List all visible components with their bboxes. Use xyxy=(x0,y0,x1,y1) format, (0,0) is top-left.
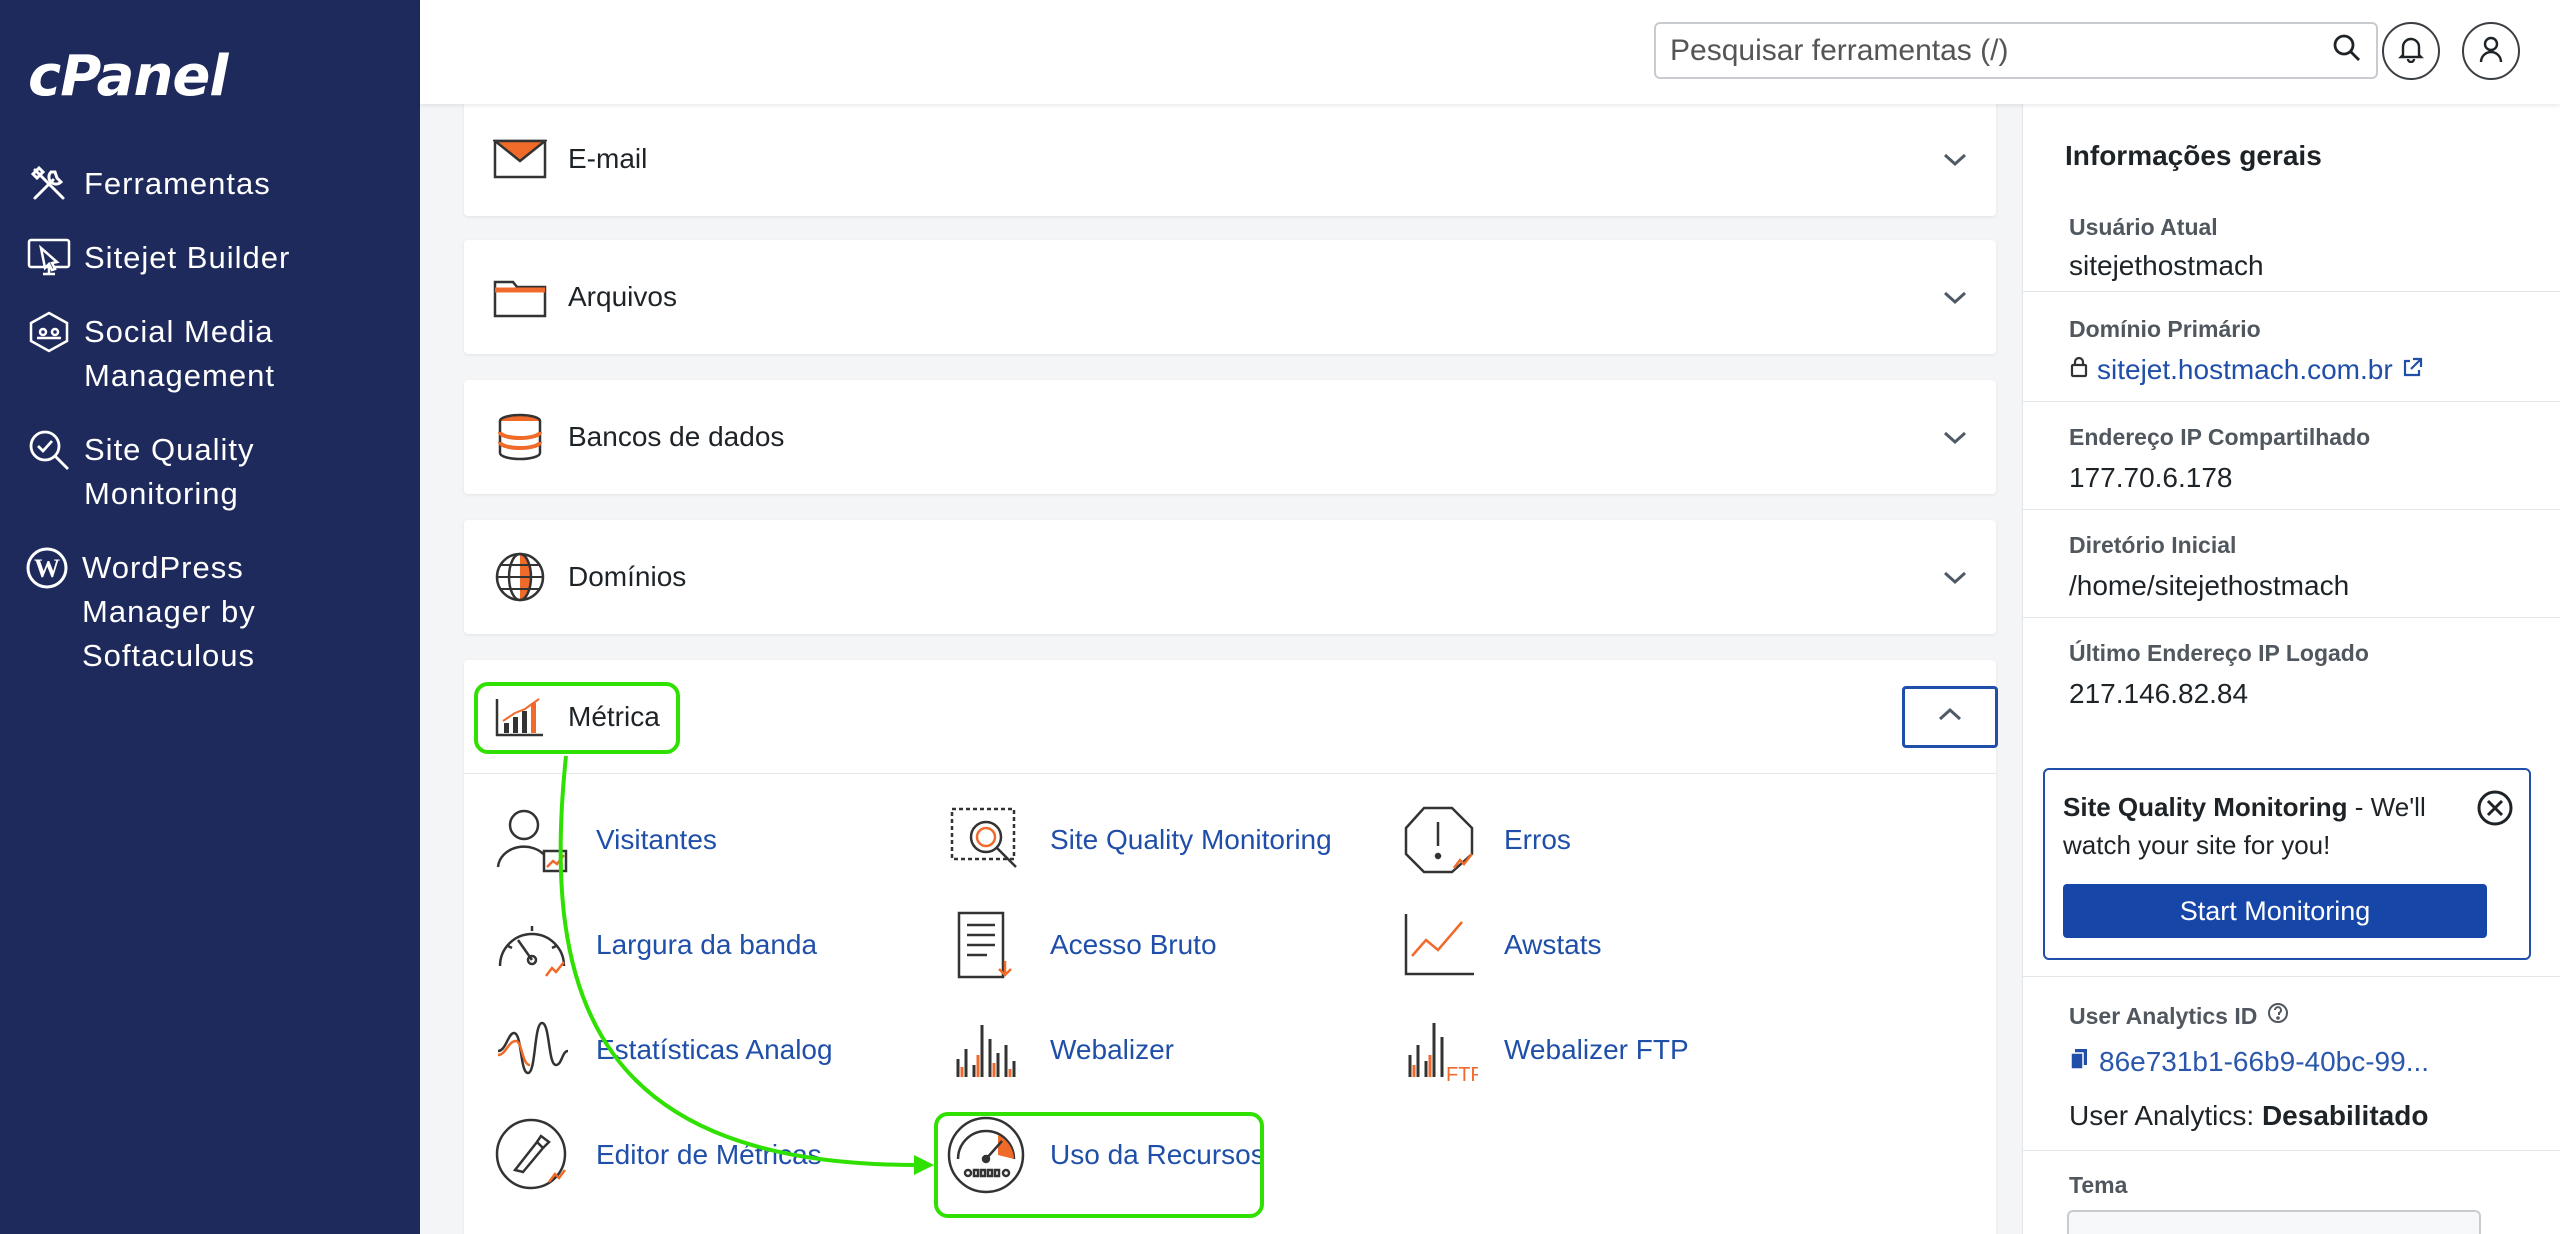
analytics-status-value: Desabilitado xyxy=(2261,1100,2429,1131)
info-value: 217.146.82.84 xyxy=(2069,678,2249,709)
copy-icon[interactable] xyxy=(2069,1046,2089,1078)
divider xyxy=(2023,976,2560,977)
info-primary-domain: Domínio Primário sitejet.hostmach.com.br xyxy=(2023,292,2560,402)
sidebar-item-label: WordPress Manager by Softaculous xyxy=(82,550,256,673)
theme-label: Tema xyxy=(2069,1172,2128,1198)
search-box xyxy=(1654,22,2378,79)
promo-text: Site Quality Monitoring - We'll watch yo… xyxy=(2063,788,2463,864)
info-last-ip: Último Endereço IP Logado 217.146.82.84 xyxy=(2023,618,2560,748)
notifications-button[interactable] xyxy=(2382,22,2440,80)
theme-select[interactable] xyxy=(2067,1210,2481,1234)
wordpress-icon: W xyxy=(24,546,70,590)
sidebar: cPanel Ferramentas Sitejet Builder Socia… xyxy=(0,0,420,1234)
close-icon[interactable] xyxy=(2475,788,2515,828)
sidebar-item-social-media[interactable]: Social Media Management xyxy=(26,310,406,398)
sidebar-item-label: Ferramentas xyxy=(84,166,271,201)
lock-icon xyxy=(2069,354,2089,386)
info-label: User Analytics ID xyxy=(2069,1002,2258,1029)
user-menu-button[interactable] xyxy=(2462,22,2520,80)
info-current-user: Usuário Atual sitejethostmach xyxy=(2023,186,2560,292)
bell-icon xyxy=(2398,35,2424,68)
analytics-status-label: User Analytics: xyxy=(2069,1100,2255,1131)
magnifier-check-icon xyxy=(26,428,72,472)
promo-title: Site Quality Monitoring xyxy=(2063,792,2348,822)
sidebar-item-site-quality[interactable]: Site Quality Monitoring xyxy=(26,428,406,516)
analytics-id-label-row: User Analytics ID xyxy=(2069,1002,2289,1030)
divider xyxy=(2023,1150,2560,1151)
info-label: Último Endereço IP Logado xyxy=(2069,640,2369,666)
info-label: Diretório Inicial xyxy=(2069,532,2237,558)
info-value: sitejethostmach xyxy=(2069,250,2264,281)
external-link-icon[interactable] xyxy=(2401,354,2423,386)
site-quality-promo: Site Quality Monitoring - We'll watch yo… xyxy=(2043,768,2531,960)
sidebar-item-sitejet[interactable]: Sitejet Builder xyxy=(26,236,406,280)
sidebar-item-ferramentas[interactable]: Ferramentas xyxy=(26,162,406,206)
search-input[interactable] xyxy=(1670,33,2332,68)
info-home-dir: Diretório Inicial /home/sitejethostmach xyxy=(2023,510,2560,618)
analytics-id-line: 86e731b1-66b9-40bc-99... xyxy=(2069,1046,2429,1078)
analytics-status-line: User Analytics: Desabilitado xyxy=(2069,1100,2428,1132)
panel-title: Informações gerais xyxy=(2065,140,2322,171)
info-value: 177.70.6.178 xyxy=(2069,462,2233,493)
primary-domain-line: sitejet.hostmach.com.br xyxy=(2069,354,2423,386)
sidebar-item-label: Social Media Management xyxy=(84,314,275,393)
start-monitoring-button[interactable]: Start Monitoring xyxy=(2063,884,2487,938)
cpanel-logo[interactable]: cPanel xyxy=(28,44,228,109)
primary-domain-link[interactable]: sitejet.hostmach.com.br xyxy=(2097,354,2393,386)
search-icon[interactable] xyxy=(2332,33,2362,68)
general-info-panel: Informações gerais Usuário Atual sitejet… xyxy=(2022,104,2560,1234)
tools-icon xyxy=(26,162,72,206)
monitor-icon xyxy=(26,236,72,280)
info-label: Usuário Atual xyxy=(2069,214,2218,240)
sidebar-nav: Ferramentas Sitejet Builder Social Media… xyxy=(26,162,406,708)
svg-text:W: W xyxy=(34,554,60,583)
info-shared-ip: Endereço IP Compartilhado 177.70.6.178 xyxy=(2023,402,2560,510)
info-value: /home/sitejethostmach xyxy=(2069,570,2350,601)
help-icon[interactable] xyxy=(2267,1002,2289,1030)
sidebar-item-wordpress[interactable]: W WordPress Manager by Softaculous xyxy=(24,546,406,678)
main-content: E-mail Arquivos Bancos de dados Domínios xyxy=(420,102,2020,1234)
sidebar-item-label: Sitejet Builder xyxy=(84,240,291,275)
user-icon xyxy=(2478,35,2504,68)
annotation-arrow xyxy=(558,755,934,1175)
info-label: Endereço IP Compartilhado xyxy=(2069,424,2371,450)
sidebar-item-label: Site Quality Monitoring xyxy=(84,432,255,511)
analytics-id-value[interactable]: 86e731b1-66b9-40bc-99... xyxy=(2099,1046,2429,1078)
info-label: Domínio Primário xyxy=(2069,316,2261,342)
social-media-icon xyxy=(26,310,72,354)
top-bar xyxy=(420,0,2560,104)
